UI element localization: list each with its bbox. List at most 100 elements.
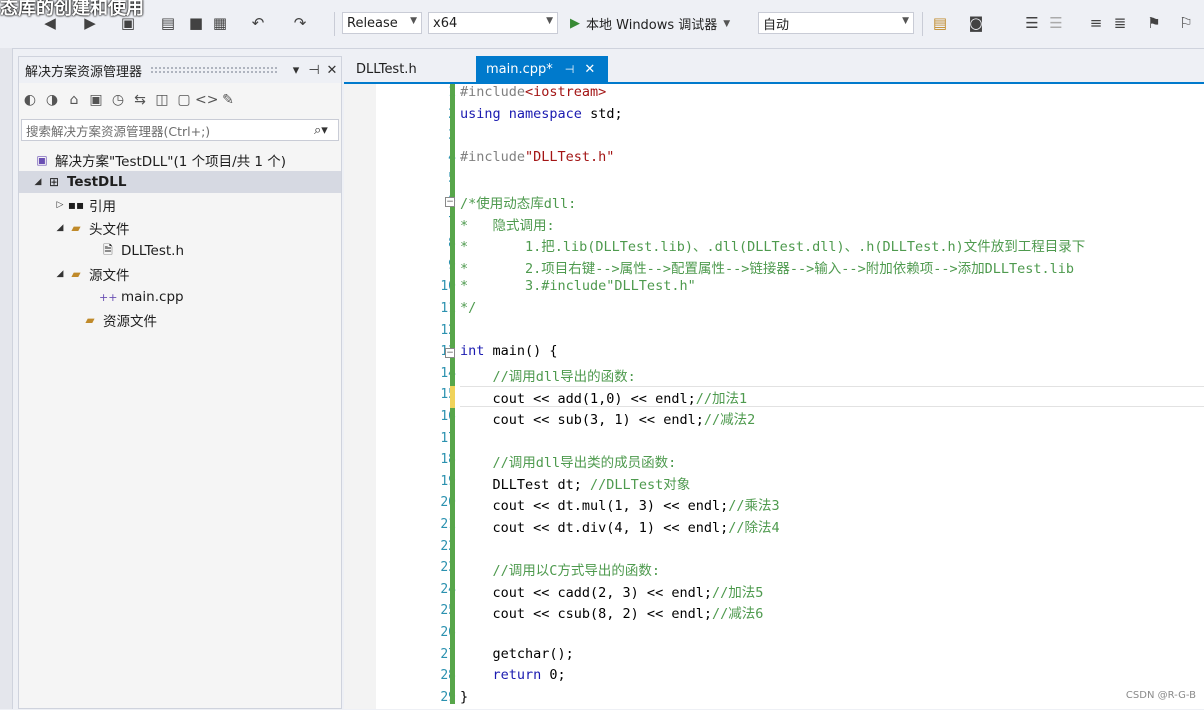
properties-icon[interactable]: ✎ [217,92,239,108]
switch-views-icon[interactable]: ▣ [85,92,107,108]
collapse-region-icon[interactable]: − [445,197,455,207]
find-in-files-icon[interactable]: ▤ [930,13,950,33]
code-line[interactable]: * 3.#include"DLLTest.h" [460,278,696,299]
redo-icon[interactable]: ↷ [290,13,310,33]
sync-icon[interactable]: ⇆ [129,92,151,108]
main-toolbar: ◀ ▶ ▣ ▤ ■ ▦ ↶ ↷ Release ▼ x64 ▼ ▶ 本地 Win… [0,0,1204,49]
tree-resources[interactable]: ▰ 资源文件 [19,309,341,331]
tree-sources[interactable]: ◢ ▰ 源文件 [19,263,341,285]
references-icon: ▪▪ [67,198,85,212]
code-line[interactable]: cout << dt.mul(1, 3) << endl;//乘法3 [460,494,780,515]
save-icon[interactable]: ■ [186,13,206,33]
code-line-current[interactable]: cout << add(1,0) << endl;//加法1 [460,386,1204,408]
code-line[interactable]: cout << dt.div(4, 1) << endl;//除法4 [460,516,780,537]
tree-source-file[interactable]: ++ main.cpp [19,286,341,308]
code-line[interactable]: */ [460,300,476,321]
expanded-arrow-icon[interactable]: ◢ [53,269,67,279]
line-number: 12 [440,322,456,338]
outdent-icon[interactable]: ☰ [1046,13,1066,33]
undo-icon[interactable]: ↶ [248,13,268,33]
configuration-value: Release [347,15,398,31]
play-icon: ▶ [570,16,580,31]
code-line[interactable]: #include"DLLTest.h" [460,149,614,170]
collapsed-arrow-icon[interactable]: ▷ [53,200,67,210]
close-icon[interactable]: ✕ [584,62,595,77]
home-icon[interactable]: ⌂ [63,92,85,108]
comment-icon[interactable]: ≡ [1086,13,1106,33]
pin-icon[interactable]: ⊣ [305,63,323,78]
tree-headers[interactable]: ◢ ▰ 头文件 [19,217,341,239]
code-editor[interactable]: 1234567891011121314151617181920212223242… [344,84,1204,709]
expanded-arrow-icon[interactable]: ◢ [31,177,45,187]
indicator-margin[interactable] [344,84,376,709]
line-number: 17 [440,430,456,446]
folder-icon: ▰ [71,267,81,281]
tree-project[interactable]: ◢ ⊞ TestDLL [19,171,341,193]
collapse-region-icon[interactable]: − [445,348,455,359]
line-number: 6 [376,193,456,208]
show-all-files-icon[interactable]: ▢ [173,92,195,108]
platform-value: x64 [433,15,458,31]
back-icon[interactable]: ◐ [19,92,41,108]
code-area[interactable]: #include<iostream> using namespace std; #i… [445,84,1204,710]
collapse-all-icon[interactable]: ◫ [151,92,173,108]
code-line[interactable]: return 0; [460,667,566,688]
code-line[interactable]: cout << csub(8, 2) << endl;//减法6 [460,602,764,623]
pending-changes-icon[interactable]: ◷ [107,92,129,108]
code-line[interactable]: int main() { [460,343,558,364]
code-line[interactable]: //调用以C方式导出的函数: [460,559,661,580]
open-file-icon[interactable]: ▤ [158,13,178,33]
code-line[interactable]: } [460,689,468,710]
code-line[interactable]: cout << sub(3, 1) << endl;//减法2 [460,408,756,429]
code-line[interactable]: * 1.把.lib(DLLTest.lib)、.dll(DLLTest.dll)… [460,235,1085,256]
code-line[interactable]: //调用dll导出的函数: [460,365,636,386]
tab-dlltest-h[interactable]: DLLTest.h [346,56,464,82]
code-line[interactable]: DLLTest dt; //DLLTest对象 [460,473,691,494]
side-strip [0,48,13,709]
code-line[interactable]: * 2.项目右键-->属性-->配置属性-->链接器-->输入-->附加依赖项-… [460,257,1074,278]
bookmark-icon[interactable]: ⚑ [1144,13,1164,33]
line-number: 19 [440,473,456,489]
next-bookmark-icon[interactable]: ⚐ [1176,13,1196,33]
forward-icon[interactable]: ◑ [41,92,63,108]
line-numbers: 1234567891011121314151617181920212223242… [376,84,456,709]
line-number: 9 [376,258,456,273]
line-number: 14 [440,365,456,381]
solution-search-input[interactable]: 搜索解决方案资源管理器(Ctrl+;) ⌕▾ [21,119,339,141]
tree-references[interactable]: ▷ ▪▪ 引用 [19,194,341,216]
platform-select[interactable]: x64 ▼ [428,12,558,34]
code-line[interactable]: //调用dll导出类的成员函数: [460,451,677,472]
code-icon[interactable]: <> [195,92,218,108]
code-line[interactable]: cout << cadd(2, 3) << endl;//加法5 [460,581,764,602]
tree-header-file[interactable]: 🗎 DLLTest.h [19,240,341,262]
code-line[interactable]: #include<iostream> [460,84,606,105]
code-line[interactable]: * 隐式调用: [460,214,555,235]
uncomment-icon[interactable]: ≣ [1110,13,1130,33]
code-line[interactable]: getchar(); [460,646,574,667]
line-number: 11 [440,301,456,316]
indent-icon[interactable]: ☰ [1022,13,1042,33]
code-line[interactable]: using namespace std; [460,106,623,127]
code-line[interactable]: /*使用动态库dll: [460,192,576,213]
line-number: 29 [440,689,456,705]
dropdown-icon[interactable]: ▾ [287,63,305,78]
line-number: 16 [440,409,456,424]
tree-solution[interactable]: ▣ 解决方案"TestDLL"(1 个项目/共 1 个) [19,149,341,171]
line-number: 24 [440,581,456,597]
drag-handle[interactable] [150,66,279,74]
header-file-icon: 🗎 [103,242,113,257]
chevron-down-icon: ▼ [902,16,909,26]
tab-main-cpp[interactable]: main.cpp* ⊣ ✕ [476,56,608,82]
pin-icon[interactable]: ⊣ [565,63,575,76]
line-number: 8 [376,236,456,251]
configuration-select[interactable]: Release ▼ [342,12,422,34]
debugger-mode-select[interactable]: 自动 ▼ [758,12,914,34]
close-icon[interactable]: ✕ [323,63,341,78]
tab-label: main.cpp* [486,61,553,77]
screenshot-icon[interactable]: ◙ [966,13,986,33]
line-number: 1 [376,85,456,100]
save-all-icon[interactable]: ▦ [210,13,230,33]
search-icon[interactable]: ⌕▾ [314,123,338,138]
start-debugging-button[interactable]: ▶ 本地 Windows 调试器 ▼ [570,14,730,33]
expanded-arrow-icon[interactable]: ◢ [53,223,67,233]
